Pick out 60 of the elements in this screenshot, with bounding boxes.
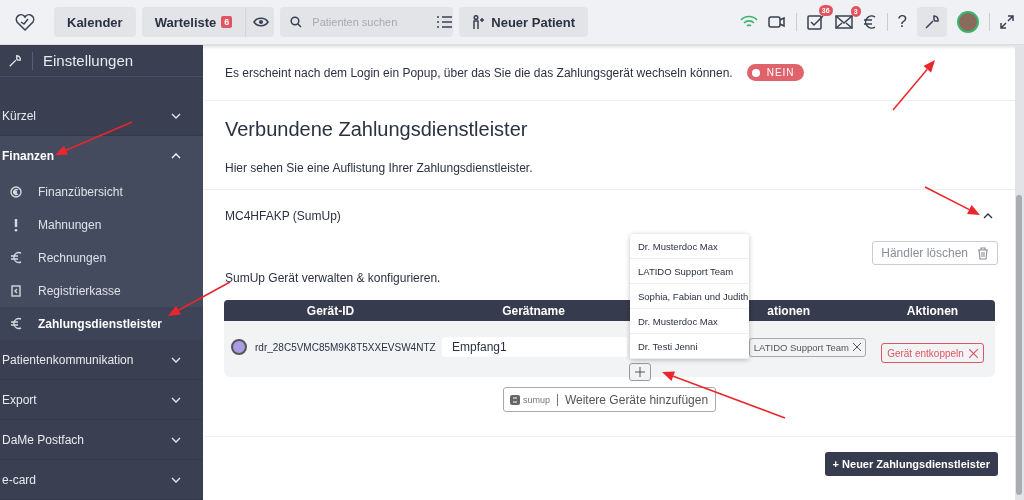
menu-item[interactable]: LATIDO Support Team bbox=[630, 259, 749, 284]
menu-item[interactable]: Dr. Musterdoc Max bbox=[630, 309, 749, 334]
add-button[interactable] bbox=[629, 363, 651, 381]
menu-item[interactable]: Dr. Musterdoc Max bbox=[630, 234, 749, 259]
mail-icon[interactable] bbox=[834, 15, 853, 29]
settings-button[interactable] bbox=[917, 7, 947, 37]
sidebar-subitem[interactable]: Registrierkasse bbox=[0, 274, 203, 307]
calendar-button[interactable]: Kalender bbox=[54, 7, 136, 37]
sidebar-item[interactable]: Finanzen bbox=[0, 136, 203, 175]
help-icon[interactable]: ? bbox=[897, 12, 907, 32]
expand-icon[interactable] bbox=[1000, 15, 1014, 29]
plus-icon bbox=[635, 367, 645, 377]
sidebar-subitem[interactable]: Mahnungen bbox=[0, 208, 203, 241]
euro-icon[interactable] bbox=[862, 14, 877, 30]
annotation-arrow bbox=[892, 60, 935, 111]
euro-circle-icon bbox=[10, 185, 22, 198]
new-provider-button[interactable]: + Neuer Zahlungsdienstleister bbox=[824, 452, 998, 476]
scrollbar[interactable] bbox=[1016, 195, 1022, 495]
new-patient-button[interactable]: Neuer Patient bbox=[459, 7, 589, 37]
unlink-device-button[interactable]: Gerät entkoppeln bbox=[881, 343, 984, 363]
trash-icon bbox=[977, 246, 989, 260]
device-name-field[interactable]: Empfang1 bbox=[442, 337, 627, 357]
close-icon[interactable] bbox=[853, 343, 861, 351]
menu-item[interactable]: Sophia, Fabian und Judith bbox=[630, 284, 749, 309]
device-id: rdr_28C5VMC85M9K8T5XXEVSW4NTZ bbox=[255, 341, 436, 353]
section-title: Verbundene Zahlungsdienstleister bbox=[225, 118, 529, 141]
sidebar-subitem[interactable]: Rechnungen bbox=[0, 241, 203, 274]
euro-icon bbox=[10, 251, 22, 264]
count-badge: 6 bbox=[221, 16, 233, 28]
annotation-arrow bbox=[924, 186, 980, 215]
sumup-icon bbox=[509, 394, 520, 405]
provider-name: MC4HFAKP (SumUp) bbox=[225, 208, 341, 223]
task-check-icon[interactable] bbox=[806, 14, 825, 30]
search-bar[interactable]: Patienten suchen bbox=[280, 7, 454, 37]
column-header: ationen bbox=[766, 303, 811, 318]
section-description: Hier sehen Sie eine Auflistung Ihrer Zahlungsdienstleister. bbox=[225, 161, 534, 175]
video-camera-icon[interactable] bbox=[767, 15, 786, 29]
user-tag[interactable]: LATIDO Support Team bbox=[748, 337, 866, 357]
search-icon bbox=[290, 16, 303, 28]
close-icon bbox=[968, 348, 978, 358]
provider-description: SumUp Gerät verwalten & konfigurieren. bbox=[225, 271, 441, 285]
chevron-icon[interactable] bbox=[983, 212, 993, 219]
search-field[interactable]: Patienten suchen bbox=[310, 15, 420, 29]
sidebar-title: Einstellungen bbox=[43, 52, 134, 69]
avatar[interactable] bbox=[957, 11, 979, 33]
sumup-logo: sumup bbox=[509, 394, 550, 405]
column-header: Gerätname bbox=[501, 303, 566, 318]
sidebar-subitem[interactable]: Zahlungsdienstleister bbox=[0, 307, 203, 340]
logo-icon[interactable] bbox=[14, 11, 36, 33]
menu-item[interactable]: Dr. Testi Jenni bbox=[630, 334, 749, 359]
person-add-icon bbox=[472, 15, 487, 29]
status-dot[interactable] bbox=[231, 339, 247, 355]
add-devices-button[interactable]: sumup Weitere Geräte hinzufügen bbox=[502, 387, 716, 412]
login-popup-text: Es erscheint nach dem Login ein Popup, über das Sie die das Zahlungsgerät wechseln können. bbox=[225, 65, 733, 80]
register-icon bbox=[11, 284, 21, 297]
euro-icon bbox=[10, 317, 22, 330]
column-header: Gerät-ID bbox=[305, 303, 356, 318]
list-icon[interactable] bbox=[437, 16, 454, 28]
sidebar-subitem[interactable]: Finanzübersicht bbox=[0, 175, 203, 208]
column-header: Aktionen bbox=[905, 303, 960, 318]
